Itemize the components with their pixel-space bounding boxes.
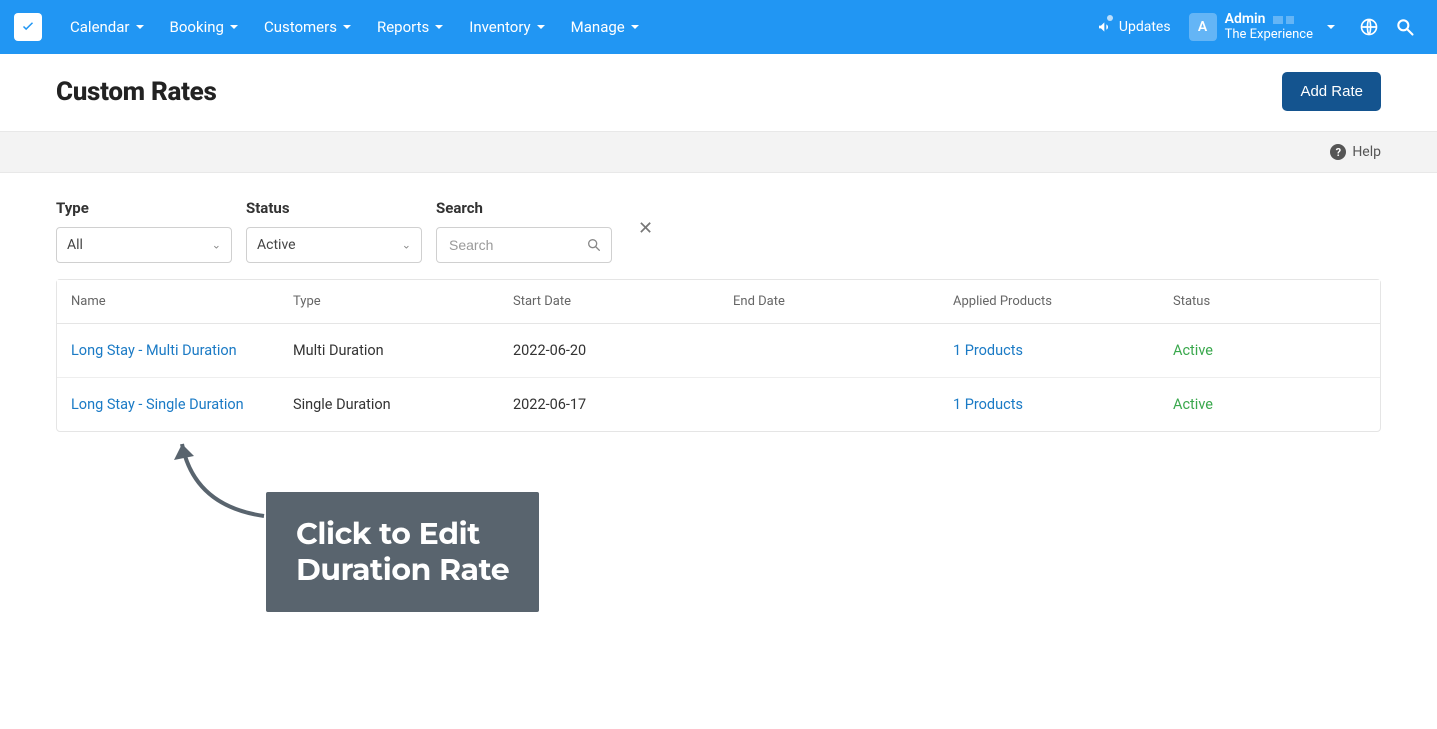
type-select[interactable]: All ⌄ xyxy=(56,227,232,263)
status-select-value: Active xyxy=(257,237,296,253)
nav-label: Manage xyxy=(571,18,625,36)
updates-button[interactable]: Updates xyxy=(1097,19,1171,35)
chevron-down-icon xyxy=(343,25,351,29)
table-row: Long Stay - Single Duration Single Durat… xyxy=(57,378,1380,432)
globe-icon xyxy=(1359,17,1379,37)
nav-calendar[interactable]: Calendar xyxy=(60,10,154,44)
chevron-down-icon xyxy=(631,25,639,29)
top-nav: Calendar Booking Customers Reports Inven… xyxy=(0,0,1437,54)
rate-products-link[interactable]: 1 Products xyxy=(953,396,1023,413)
avatar: A xyxy=(1189,13,1217,41)
rate-name-link[interactable]: Long Stay - Single Duration xyxy=(71,396,244,413)
decoration-icon xyxy=(1273,16,1294,24)
nav-label: Reports xyxy=(377,18,429,36)
notification-dot-icon xyxy=(1107,15,1113,21)
user-name: Admin xyxy=(1225,11,1266,27)
search-filter-label: Search xyxy=(436,199,612,217)
rate-end xyxy=(719,378,939,432)
rate-products-link[interactable]: 1 Products xyxy=(953,342,1023,359)
table-header-row: Name Type Start Date End Date Applied Pr… xyxy=(57,280,1380,324)
filters-row: Type All ⌄ Status Active ⌄ Search ✕ xyxy=(0,173,1437,279)
help-link[interactable]: ? Help xyxy=(1330,144,1381,160)
user-company: The Experience xyxy=(1225,28,1313,43)
callout-line1: Click to Edit xyxy=(296,516,509,552)
nav-customers[interactable]: Customers xyxy=(254,10,361,44)
user-text: Admin The Experience xyxy=(1225,11,1313,42)
nav-label: Booking xyxy=(170,18,224,36)
search-icon xyxy=(586,237,602,253)
search-icon xyxy=(1395,17,1415,37)
status-filter-label: Status xyxy=(246,199,422,217)
chevron-down-icon xyxy=(537,25,545,29)
rate-type: Multi Duration xyxy=(279,324,499,378)
nav-manage[interactable]: Manage xyxy=(561,10,649,44)
nav-label: Customers xyxy=(264,18,337,36)
chevron-down-icon: ⌄ xyxy=(212,239,221,252)
checkmark-icon xyxy=(19,18,37,36)
type-select-value: All xyxy=(67,237,83,253)
clear-filters-button[interactable]: ✕ xyxy=(632,218,659,239)
chevron-down-icon xyxy=(435,25,443,29)
app-logo[interactable] xyxy=(14,13,42,41)
callout-line2: Duration Rate xyxy=(296,552,509,588)
col-products: Applied Products xyxy=(939,280,1159,324)
megaphone-icon xyxy=(1097,19,1113,35)
globe-button[interactable] xyxy=(1351,9,1387,45)
status-badge: Active xyxy=(1173,396,1213,413)
rate-end xyxy=(719,324,939,378)
nav-items: Calendar Booking Customers Reports Inven… xyxy=(60,10,649,44)
search-button[interactable] xyxy=(1387,9,1423,45)
chevron-down-icon xyxy=(136,25,144,29)
page-title: Custom Rates xyxy=(56,77,217,107)
updates-label: Updates xyxy=(1119,19,1171,35)
annotation: Click to Edit Duration Rate xyxy=(56,432,1381,672)
chevron-down-icon: ⌄ xyxy=(402,239,411,252)
col-type: Type xyxy=(279,280,499,324)
type-filter-label: Type xyxy=(56,199,232,217)
table-row: Long Stay - Multi Duration Multi Duratio… xyxy=(57,324,1380,378)
nav-label: Calendar xyxy=(70,18,130,36)
col-name: Name xyxy=(57,280,279,324)
rate-start: 2022-06-20 xyxy=(499,324,719,378)
page-header: Custom Rates Add Rate xyxy=(0,54,1437,131)
nav-inventory[interactable]: Inventory xyxy=(459,10,554,44)
user-menu[interactable]: A Admin The Experience xyxy=(1189,11,1335,42)
nav-booking[interactable]: Booking xyxy=(160,10,248,44)
status-badge: Active xyxy=(1173,342,1213,359)
rate-name-link[interactable]: Long Stay - Multi Duration xyxy=(71,342,237,359)
rate-type: Single Duration xyxy=(279,378,499,432)
chevron-down-icon xyxy=(1327,25,1335,29)
rate-start: 2022-06-17 xyxy=(499,378,719,432)
help-icon: ? xyxy=(1330,144,1346,160)
help-label: Help xyxy=(1352,144,1381,160)
col-end: End Date xyxy=(719,280,939,324)
status-select[interactable]: Active ⌄ xyxy=(246,227,422,263)
help-strip: ? Help xyxy=(0,131,1437,173)
callout-box: Click to Edit Duration Rate xyxy=(266,492,539,612)
col-status: Status xyxy=(1159,280,1380,324)
nav-label: Inventory xyxy=(469,18,530,36)
rates-table: Name Type Start Date End Date Applied Pr… xyxy=(56,279,1381,432)
add-rate-button[interactable]: Add Rate xyxy=(1282,72,1381,111)
col-start: Start Date xyxy=(499,280,719,324)
chevron-down-icon xyxy=(230,25,238,29)
nav-reports[interactable]: Reports xyxy=(367,10,453,44)
